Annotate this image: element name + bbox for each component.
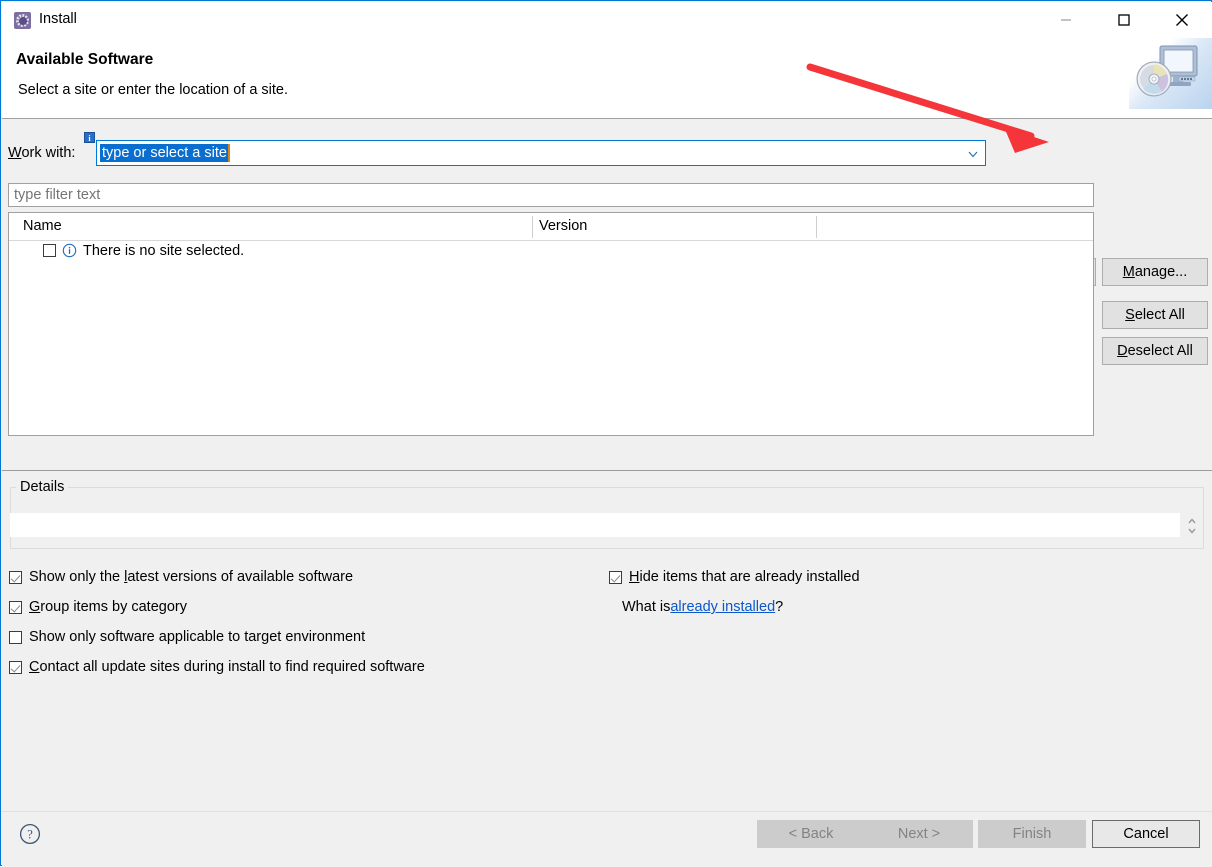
close-icon[interactable] [1159,3,1205,37]
row-checkbox[interactable] [43,244,56,257]
column-header-name[interactable]: Name [23,218,62,234]
details-text-area[interactable] [10,513,1180,537]
select-all-button[interactable]: Select All [1102,301,1208,329]
checkbox-hide-already-installed[interactable]: Hide items that are already installed [609,567,860,587]
checkbox-box[interactable] [9,570,22,584]
what-is-already-installed-row: What is already installed? [622,597,783,617]
table-row[interactable]: There is no site selected. [9,240,1093,264]
work-with-mnemonic: W [8,145,22,161]
up-down-spinner-icon[interactable] [1186,515,1198,537]
back-button-label: < Back [788,826,834,842]
chevron-down-icon[interactable] [967,148,979,160]
manage-button-label: anage... [1134,263,1188,280]
dialog-body: Work with: i type or select a site Add..… [2,119,1212,811]
work-with-combo[interactable]: type or select a site [96,140,986,166]
window-title: Install [39,11,77,27]
checkbox-show-latest-versions[interactable]: Show only the latest versions of availab… [9,567,353,587]
wizard-header: Available Software Select a site or ente… [2,38,1212,119]
column-divider [816,216,817,238]
details-legend: Details [16,479,69,495]
page-description: Select a site or enter the location of a… [18,82,289,98]
finish-button[interactable]: Finish [978,820,1086,848]
deselect-all-mnemonic: D [1117,342,1128,359]
tree-column-headers: Name Version [9,213,1093,241]
checkbox-box[interactable] [609,570,622,584]
checkbox-contact-all-update-sites[interactable]: Contact all update sites during install … [9,657,425,677]
info-circle-icon [62,243,77,258]
available-software-tree[interactable]: Name Version There is no site selected. [8,212,1094,436]
manage-button[interactable]: Manage... [1102,258,1208,286]
column-divider [532,216,533,238]
cancel-button-label: Cancel [1123,826,1169,842]
title-bar[interactable]: Install [2,2,1212,38]
deselect-all-button[interactable]: Deselect All [1102,337,1208,365]
column-header-version[interactable]: Version [539,218,587,234]
manage-button-mnemonic: M [1122,263,1135,280]
what-is-suffix: ? [775,599,784,615]
finish-button-label: Finish [1012,826,1052,842]
back-button[interactable]: < Back [757,820,865,848]
checkbox-show-only-applicable[interactable]: Show only software applicable to target … [9,627,365,647]
checkbox-group-items-by-category[interactable]: Group items by category [9,597,187,617]
checkbox-label: Show only software applicable to target … [29,629,366,645]
already-installed-link[interactable]: already installed [670,599,775,615]
checkbox-label: Contact all update sites during install … [29,659,425,675]
help-circle-icon[interactable]: ? [19,823,41,845]
select-all-label: elect All [1134,306,1185,323]
select-all-mnemonic: S [1125,306,1135,323]
what-is-prefix: What is [622,599,671,615]
maximize-icon[interactable] [1101,3,1147,37]
next-button-label: Next > [897,826,941,842]
minimize-icon[interactable] [1043,3,1089,37]
svg-text:?: ? [27,828,33,842]
work-with-label-rest: ork with: [21,145,76,161]
row-name-text: There is no site selected. [83,243,245,259]
work-with-label: Work with: [8,145,75,161]
checkbox-box[interactable] [9,600,22,614]
filter-input[interactable] [8,183,1094,207]
next-button[interactable]: Next > [865,820,973,848]
info-badge-icon: i [84,132,95,143]
dialog-footer: ? < Back Next > Finish Cancel [2,811,1212,867]
checkbox-label: Show only the latest versions of availab… [29,569,354,585]
page-title: Available Software [16,51,154,68]
section-divider [2,470,1212,471]
checkbox-box[interactable] [9,660,22,674]
checkbox-label: Group items by category [29,599,187,615]
checkbox-label: Hide items that are already installed [629,569,860,585]
work-with-combo-value: type or select a site [100,144,230,162]
install-gear-icon [14,12,31,29]
cancel-button[interactable]: Cancel [1092,820,1200,848]
install-dialog-window: Install Available Software Select a site… [0,0,1212,867]
checkbox-box[interactable] [9,630,22,644]
deselect-all-label: eselect All [1127,342,1193,359]
monitor-with-disc-icon [1129,38,1212,109]
